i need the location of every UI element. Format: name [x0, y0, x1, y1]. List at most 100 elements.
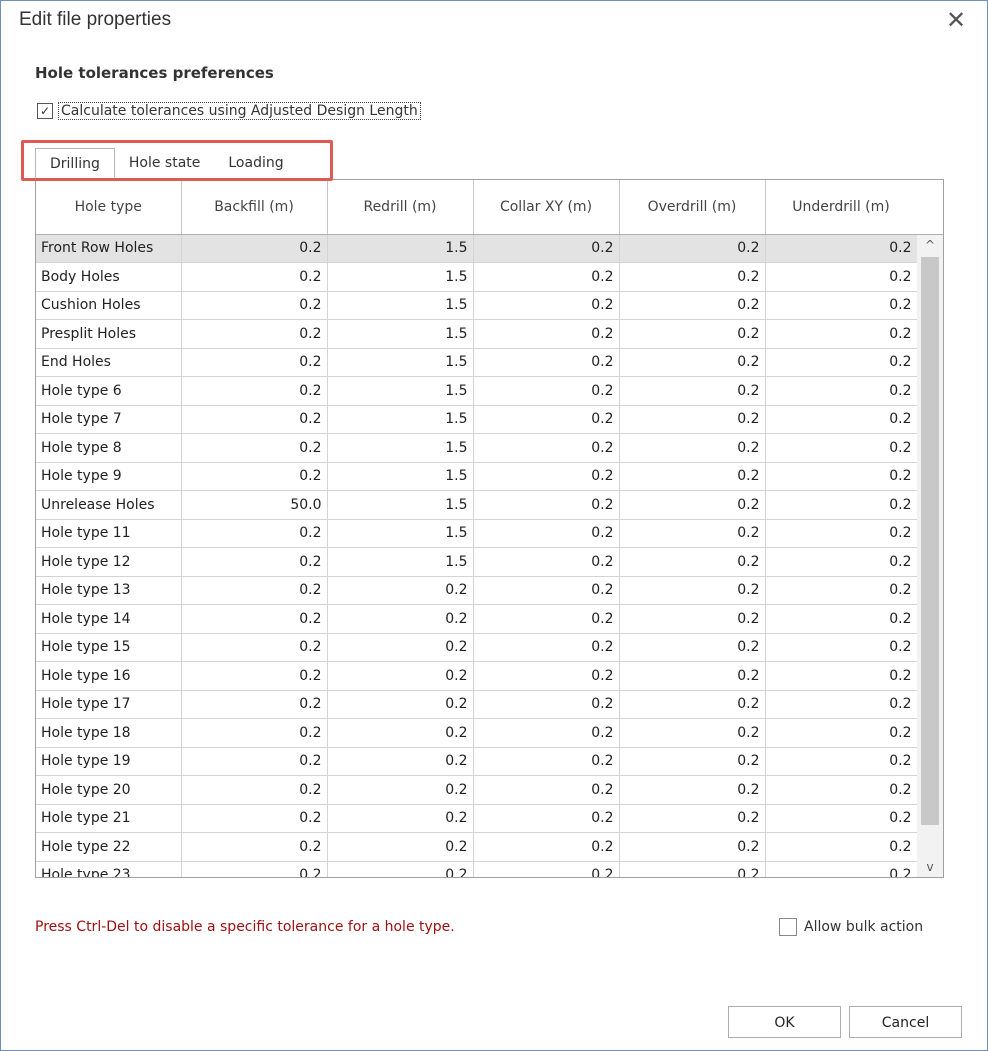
cell-underdrill[interactable]: 0.2	[765, 291, 918, 320]
cell-backfill[interactable]: 0.2	[181, 291, 328, 320]
table-row[interactable]: End Holes 0.2 1.5 0.2 0.2 0.2	[36, 348, 918, 377]
cell-overdrill[interactable]: 0.2	[619, 462, 766, 491]
cell-underdrill[interactable]: 0.2	[765, 376, 918, 406]
cell-collar-xy[interactable]: 0.2	[473, 234, 620, 263]
cell-underdrill[interactable]: 0.2	[765, 547, 918, 577]
cell-collar-xy[interactable]: 0.2	[473, 718, 620, 748]
table-row[interactable]: Hole type 12 0.2 1.5 0.2 0.2 0.2	[36, 547, 918, 577]
cell-overdrill[interactable]: 0.2	[619, 405, 766, 434]
cell-redrill[interactable]: 1.5	[327, 405, 474, 434]
cell-backfill[interactable]: 0.2	[181, 661, 328, 691]
cell-collar-xy[interactable]: 0.2	[473, 547, 620, 577]
cell-redrill[interactable]: 1.5	[327, 519, 474, 548]
cell-overdrill[interactable]: 0.2	[619, 490, 766, 520]
cell-underdrill[interactable]: 0.2	[765, 490, 918, 520]
table-row[interactable]: Hole type 11 0.2 1.5 0.2 0.2 0.2	[36, 519, 918, 548]
cell-collar-xy[interactable]: 0.2	[473, 861, 620, 877]
cell-backfill[interactable]: 0.2	[181, 718, 328, 748]
cell-collar-xy[interactable]: 0.2	[473, 490, 620, 520]
table-row[interactable]: Hole type 7 0.2 1.5 0.2 0.2 0.2	[36, 405, 918, 434]
cell-hole-type[interactable]: Hole type 21	[36, 804, 182, 833]
cell-collar-xy[interactable]: 0.2	[473, 291, 620, 320]
cell-underdrill[interactable]: 0.2	[765, 747, 918, 776]
cell-hole-type[interactable]: Hole type 22	[36, 832, 182, 862]
cell-underdrill[interactable]: 0.2	[765, 519, 918, 548]
cell-collar-xy[interactable]: 0.2	[473, 376, 620, 406]
cell-hole-type[interactable]: Body Holes	[36, 262, 182, 292]
cell-backfill[interactable]: 0.2	[181, 519, 328, 548]
cell-overdrill[interactable]: 0.2	[619, 547, 766, 577]
cell-hole-type[interactable]: Hole type 19	[36, 747, 182, 776]
table-row[interactable]: Hole type 16 0.2 0.2 0.2 0.2 0.2	[36, 661, 918, 691]
close-icon[interactable]: ✕	[943, 7, 969, 33]
cell-redrill[interactable]: 1.5	[327, 291, 474, 320]
cell-hole-type[interactable]: Front Row Holes	[36, 234, 182, 263]
cell-collar-xy[interactable]: 0.2	[473, 319, 620, 349]
bulk-action-checkbox[interactable]	[779, 918, 797, 936]
cell-hole-type[interactable]: Hole type 23	[36, 861, 182, 877]
scroll-up-icon[interactable]: ^	[917, 235, 943, 255]
cell-collar-xy[interactable]: 0.2	[473, 576, 620, 605]
cell-overdrill[interactable]: 0.2	[619, 861, 766, 877]
cell-collar-xy[interactable]: 0.2	[473, 747, 620, 776]
cell-redrill[interactable]: 0.2	[327, 832, 474, 862]
table-row[interactable]: Hole type 15 0.2 0.2 0.2 0.2 0.2	[36, 633, 918, 662]
cell-underdrill[interactable]: 0.2	[765, 804, 918, 833]
cancel-button[interactable]: Cancel	[849, 1006, 962, 1038]
cell-backfill[interactable]: 0.2	[181, 747, 328, 776]
ok-button[interactable]: OK	[728, 1006, 841, 1038]
vertical-scrollbar[interactable]: ^ v	[917, 235, 943, 877]
table-row[interactable]: Hole type 21 0.2 0.2 0.2 0.2 0.2	[36, 804, 918, 833]
table-row[interactable]: Unrelease Holes 50.0 1.5 0.2 0.2 0.2	[36, 490, 918, 520]
cell-collar-xy[interactable]: 0.2	[473, 690, 620, 719]
cell-overdrill[interactable]: 0.2	[619, 718, 766, 748]
table-row[interactable]: Hole type 22 0.2 0.2 0.2 0.2 0.2	[36, 832, 918, 862]
cell-hole-type[interactable]: Hole type 9	[36, 462, 182, 491]
bulk-action-label[interactable]: Allow bulk action	[804, 919, 923, 935]
calc-tolerances-checkbox-row[interactable]: ✓ Calculate tolerances using Adjusted De…	[37, 102, 421, 120]
cell-collar-xy[interactable]: 0.2	[473, 832, 620, 862]
cell-backfill[interactable]: 0.2	[181, 861, 328, 877]
column-header-underdrill[interactable]: Underdrill (m)	[765, 180, 918, 235]
cell-underdrill[interactable]: 0.2	[765, 234, 918, 263]
cell-backfill[interactable]: 0.2	[181, 462, 328, 491]
cell-underdrill[interactable]: 0.2	[765, 348, 918, 377]
cell-underdrill[interactable]: 0.2	[765, 718, 918, 748]
table-row[interactable]: Presplit Holes 0.2 1.5 0.2 0.2 0.2	[36, 319, 918, 349]
cell-redrill[interactable]: 0.2	[327, 576, 474, 605]
cell-overdrill[interactable]: 0.2	[619, 633, 766, 662]
cell-redrill[interactable]: 1.5	[327, 319, 474, 349]
cell-backfill[interactable]: 0.2	[181, 262, 328, 292]
calc-tolerances-label[interactable]: Calculate tolerances using Adjusted Desi…	[58, 102, 421, 120]
cell-collar-xy[interactable]: 0.2	[473, 405, 620, 434]
cell-overdrill[interactable]: 0.2	[619, 291, 766, 320]
column-header-overdrill[interactable]: Overdrill (m)	[619, 180, 766, 235]
cell-backfill[interactable]: 0.2	[181, 576, 328, 605]
scroll-down-icon[interactable]: v	[917, 857, 943, 877]
cell-redrill[interactable]: 0.2	[327, 775, 474, 805]
cell-backfill[interactable]: 50.0	[181, 490, 328, 520]
cell-underdrill[interactable]: 0.2	[765, 690, 918, 719]
cell-redrill[interactable]: 0.2	[327, 604, 474, 634]
cell-overdrill[interactable]: 0.2	[619, 519, 766, 548]
table-row[interactable]: Cushion Holes 0.2 1.5 0.2 0.2 0.2	[36, 291, 918, 320]
scrollbar-thumb[interactable]	[921, 257, 939, 825]
cell-hole-type[interactable]: Hole type 8	[36, 433, 182, 463]
cell-backfill[interactable]: 0.2	[181, 376, 328, 406]
cell-backfill[interactable]: 0.2	[181, 319, 328, 349]
cell-redrill[interactable]: 1.5	[327, 490, 474, 520]
cell-underdrill[interactable]: 0.2	[765, 405, 918, 434]
table-row[interactable]: Hole type 8 0.2 1.5 0.2 0.2 0.2	[36, 433, 918, 463]
cell-overdrill[interactable]: 0.2	[619, 804, 766, 833]
cell-hole-type[interactable]: Hole type 17	[36, 690, 182, 719]
cell-backfill[interactable]: 0.2	[181, 775, 328, 805]
cell-redrill[interactable]: 1.5	[327, 547, 474, 577]
cell-redrill[interactable]: 0.2	[327, 661, 474, 691]
cell-redrill[interactable]: 0.2	[327, 861, 474, 877]
column-header-hole-type[interactable]: Hole type	[36, 180, 182, 235]
cell-redrill[interactable]: 1.5	[327, 376, 474, 406]
cell-collar-xy[interactable]: 0.2	[473, 348, 620, 377]
cell-underdrill[interactable]: 0.2	[765, 576, 918, 605]
cell-overdrill[interactable]: 0.2	[619, 262, 766, 292]
cell-redrill[interactable]: 1.5	[327, 462, 474, 491]
